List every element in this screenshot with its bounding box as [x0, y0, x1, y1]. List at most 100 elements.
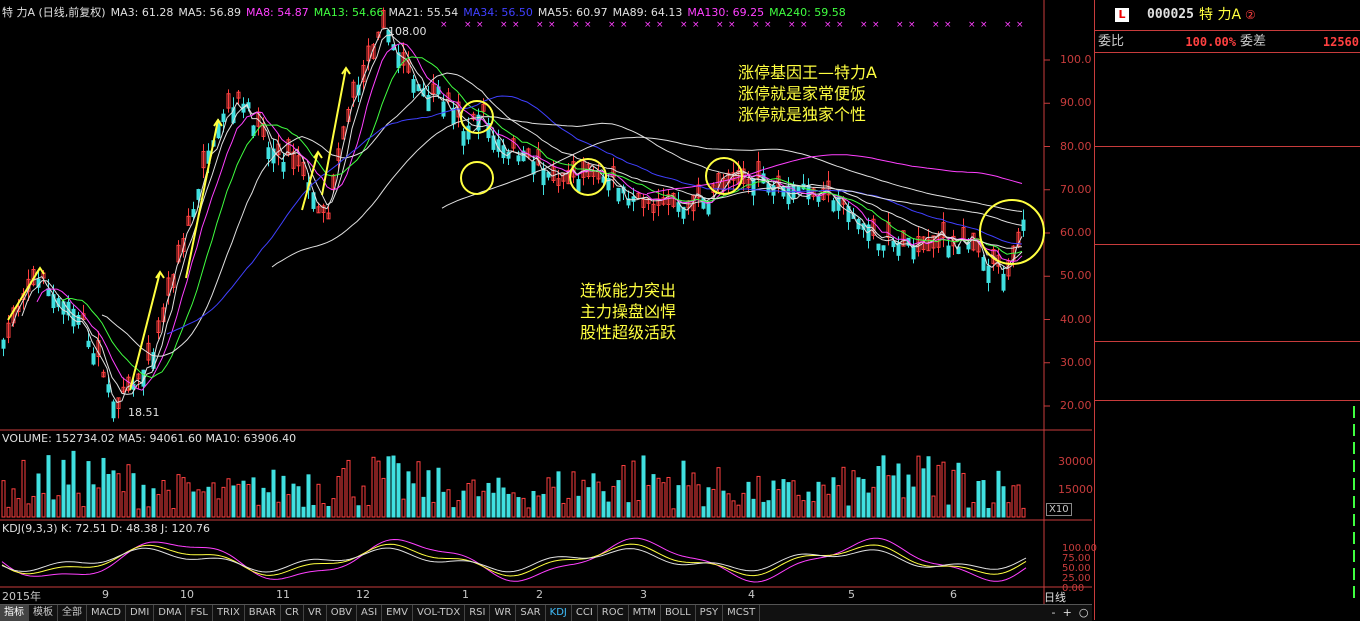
- month-label: 11: [276, 588, 290, 601]
- volume-bar: [991, 502, 996, 518]
- annotation-line: 主力操盘凶悍: [580, 302, 677, 321]
- zoom-out-button[interactable]: -: [1052, 606, 1056, 619]
- tab-cr[interactable]: CR: [281, 605, 304, 621]
- tab-wr[interactable]: WR: [490, 605, 517, 621]
- zoom-in-button[interactable]: +: [1063, 606, 1072, 619]
- tab-emv[interactable]: EMV: [382, 605, 413, 621]
- volume-bar: [651, 474, 656, 518]
- candle-body: [106, 384, 111, 393]
- ma-legend-item: MA130: 69.25: [687, 6, 765, 19]
- volume-bar: [996, 470, 1001, 518]
- tab-mtm[interactable]: MTM: [629, 605, 661, 621]
- volume-bar: [846, 505, 851, 518]
- buy-row: [1095, 186, 1360, 204]
- volume-bar: [721, 490, 726, 518]
- volume-bar: [931, 495, 936, 518]
- volume-bar: [66, 484, 71, 518]
- candle-body: [1021, 219, 1026, 231]
- trend-arrow: [7, 267, 41, 321]
- candle-body: [1, 339, 6, 349]
- tab-sar[interactable]: SAR: [516, 605, 546, 621]
- candle-body: [911, 245, 916, 260]
- tab-psy[interactable]: PSY: [696, 605, 724, 621]
- period-label[interactable]: 日线: [1044, 589, 1092, 605]
- tab-vr[interactable]: VR: [304, 605, 327, 621]
- event-marker: ×: [1004, 20, 1012, 30]
- event-marker: ×: [548, 20, 556, 30]
- volume-bar: [716, 467, 721, 518]
- tab-asi[interactable]: ASI: [357, 605, 383, 621]
- volume-bar: [626, 502, 631, 518]
- volume-bar: [376, 460, 381, 518]
- tab-模板[interactable]: 模板: [29, 605, 58, 621]
- volume-bar: [71, 450, 76, 518]
- tick-bar: [1353, 406, 1355, 418]
- stock-code: 000025: [1147, 7, 1194, 22]
- volume-bar: [11, 488, 16, 518]
- tab-rsi[interactable]: RSI: [465, 605, 491, 621]
- ma-legend-item: MA240: 59.58: [769, 6, 846, 19]
- tick-bar: [1353, 514, 1355, 526]
- tab-kdj[interactable]: KDJ: [546, 605, 572, 621]
- volume-bar: [851, 470, 856, 518]
- tab-全部[interactable]: 全部: [58, 605, 87, 621]
- volume-bar: [986, 507, 991, 518]
- volume-bar: [736, 504, 741, 518]
- tab-roc[interactable]: ROC: [598, 605, 629, 621]
- volume-bar: [826, 493, 831, 518]
- month-label: 2015年: [2, 590, 41, 603]
- volume-bar: [251, 477, 256, 518]
- tab-vol-tdx[interactable]: VOL-TDX: [413, 605, 466, 621]
- tab-dmi[interactable]: DMI: [126, 605, 155, 621]
- volume-legend: VOLUME: 152734.02 MA5: 94061.60 MA10: 63…: [2, 432, 297, 445]
- candle-body: [876, 243, 881, 251]
- event-marker: ×: [464, 20, 472, 30]
- volume-bar: [791, 480, 796, 518]
- volume-bar: [871, 486, 876, 518]
- event-marker: ×: [932, 20, 940, 30]
- volume-bar: [96, 487, 101, 518]
- volume-bar: [976, 480, 981, 518]
- volume-bar: [141, 484, 146, 518]
- candle-body: [461, 131, 466, 146]
- tab-brar[interactable]: BRAR: [245, 605, 281, 621]
- tab-boll[interactable]: BOLL: [661, 605, 696, 621]
- volume-bar: [551, 486, 556, 518]
- candle-body: [91, 353, 96, 365]
- candle-body: [1001, 273, 1006, 291]
- tab-mcst[interactable]: MCST: [723, 605, 761, 621]
- arrow-head: [35, 266, 45, 275]
- volume-bar: [131, 473, 136, 518]
- candle-body: [466, 125, 471, 140]
- event-marker: ×: [764, 20, 772, 30]
- chart-area[interactable]: × × × × × × × × × × × × × × × × × × × × × × × × × × × × × × × × × 特 力A (…: [0, 0, 1097, 604]
- price-tick-label: 100.0: [1060, 53, 1092, 66]
- price-tick-label: 30.00: [1060, 355, 1092, 369]
- tab-trix[interactable]: TRIX: [213, 605, 245, 621]
- ma-legend-item: MA89: 64.13: [612, 6, 683, 19]
- volume-bar: [236, 483, 241, 518]
- volume-bar: [656, 477, 661, 518]
- tab-fsl[interactable]: FSL: [186, 605, 213, 621]
- month-label: 10: [180, 588, 194, 601]
- volume-bar: [511, 492, 516, 518]
- volume-bar: [536, 495, 541, 518]
- volume-bar: [401, 498, 406, 518]
- volume-bar: [451, 507, 456, 518]
- tab-dma[interactable]: DMA: [154, 605, 187, 621]
- month-label: 12: [356, 588, 370, 601]
- tab-obv[interactable]: OBV: [327, 605, 357, 621]
- volume-bar: [896, 463, 901, 518]
- tab-macd[interactable]: MACD: [87, 605, 126, 621]
- kline-chart[interactable]: × × × × × × × × × × × × × × × × × × × × × × × × × × × × × × × × ×: [0, 0, 1092, 604]
- tick-bar: [1353, 586, 1355, 598]
- volume-bar: [586, 487, 591, 518]
- event-marker: ×: [572, 20, 580, 30]
- volume-bar: [291, 483, 296, 518]
- reset-icon[interactable]: ○: [1079, 606, 1089, 619]
- trend-arrow: [185, 119, 219, 279]
- tick-row: [1095, 583, 1360, 601]
- event-marker: ×: [692, 20, 700, 30]
- tab-cci[interactable]: CCI: [572, 605, 598, 621]
- tab-指标[interactable]: 指标: [0, 605, 29, 621]
